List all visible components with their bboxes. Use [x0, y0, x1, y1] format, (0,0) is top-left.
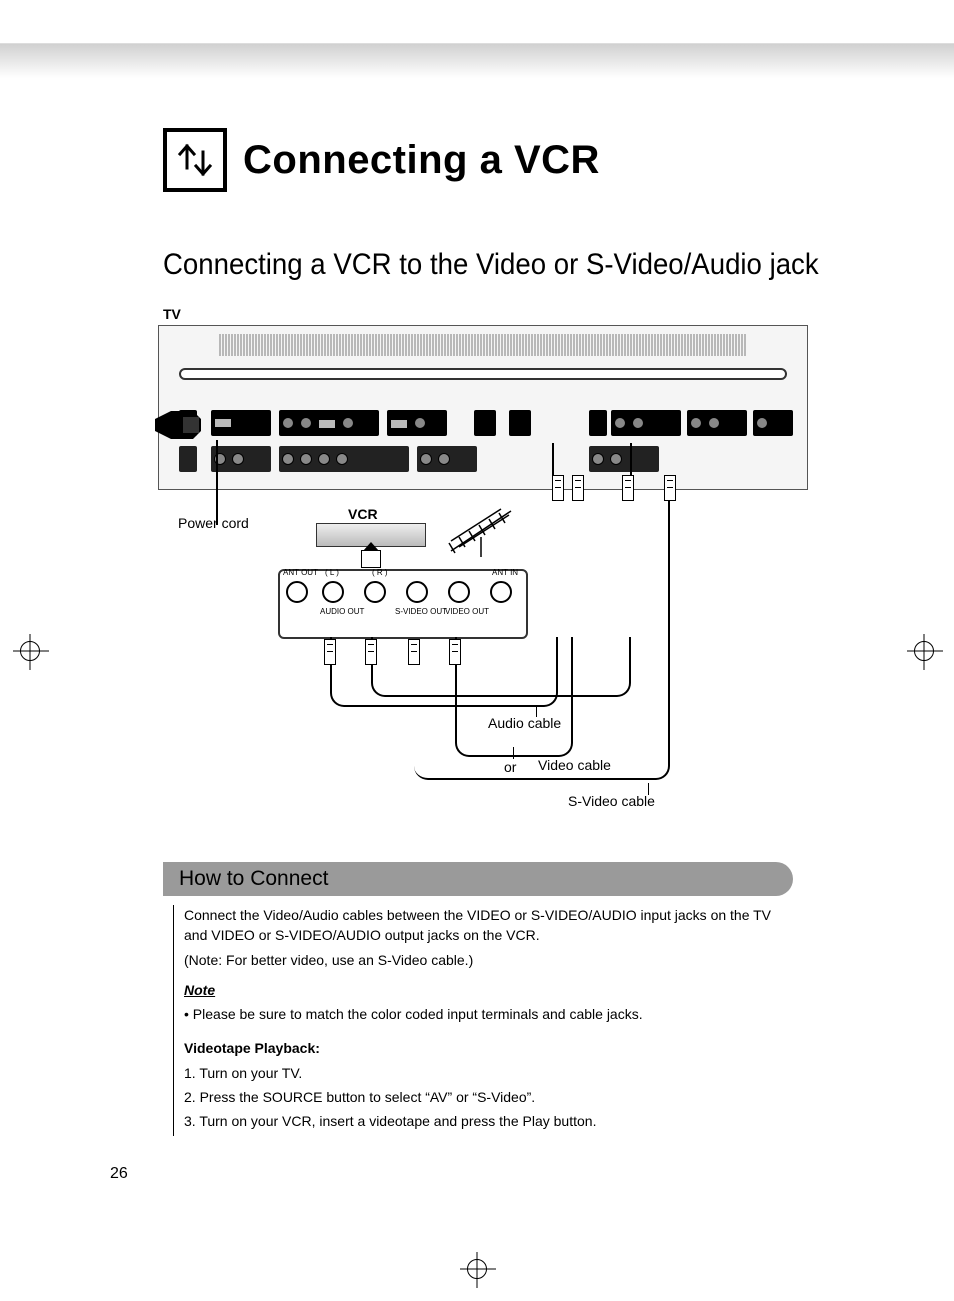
tv-input-stub: [552, 443, 632, 493]
svideo-cable-line: [414, 490, 670, 780]
video-cable-label: Video cable: [538, 757, 611, 773]
vcr-label: VCR: [348, 506, 378, 522]
note-bullet: Please be sure to match the color coded …: [184, 1004, 793, 1024]
connection-diagram: Power cord VCR ANT OUT ( L ) ( R ) ANT I…: [158, 325, 808, 825]
section-title: Connecting a VCR to the Video or S-Video…: [163, 248, 819, 282]
cable-plug-icon: [552, 475, 564, 501]
arrows-icon: [163, 128, 227, 192]
tv-back-panel: [158, 325, 808, 490]
power-plug-icon: [153, 407, 203, 443]
jack-label: ( R ): [372, 568, 388, 577]
vcr-arrow-icon: [361, 550, 381, 568]
page-number: 26: [110, 1165, 128, 1183]
or-label: or: [504, 759, 516, 775]
howto-intro: Connect the Video/Audio cables between t…: [184, 905, 793, 946]
cable-plug-icon: [622, 475, 634, 501]
howto-heading: How to Connect: [179, 867, 328, 891]
playback-step: 2. Press the SOURCE button to select “AV…: [184, 1087, 793, 1107]
cable-plug-icon: [324, 639, 336, 665]
jack-label: ANT OUT: [283, 568, 318, 577]
cable-plug-icon: [449, 639, 461, 665]
cable-plug-icon: [572, 475, 584, 501]
playback-heading: Videotape Playback:: [184, 1038, 793, 1058]
cable-plug-icon: [365, 639, 377, 665]
howto-heading-bar: How to Connect: [163, 862, 793, 896]
power-cord-label: Power cord: [178, 515, 249, 531]
howto-intro-note: (Note: For better video, use an S-Video …: [184, 950, 793, 970]
note-heading: Note: [184, 980, 793, 1000]
header-gradient: [0, 0, 954, 78]
howto-body: Connect the Video/Audio cables between t…: [173, 905, 793, 1136]
crop-mark-right: [914, 641, 934, 661]
page-title: Connecting a VCR: [243, 138, 600, 183]
cable-plug-icon: [664, 475, 676, 501]
svideo-cable-label: S-Video cable: [568, 793, 655, 809]
jack-label: ( L ): [325, 568, 339, 577]
tv-label: TV: [163, 306, 181, 322]
crop-mark-bottom: [467, 1259, 487, 1279]
jack-label: AUDIO OUT: [320, 607, 364, 616]
playback-step: 3. Turn on your VCR, insert a videotape …: [184, 1111, 793, 1131]
playback-step: 1. Turn on your TV.: [184, 1063, 793, 1083]
audio-cable-label: Audio cable: [488, 715, 561, 731]
crop-mark-left: [20, 641, 40, 661]
power-cord-line: [216, 440, 218, 525]
cable-plug-icon: [408, 639, 420, 665]
